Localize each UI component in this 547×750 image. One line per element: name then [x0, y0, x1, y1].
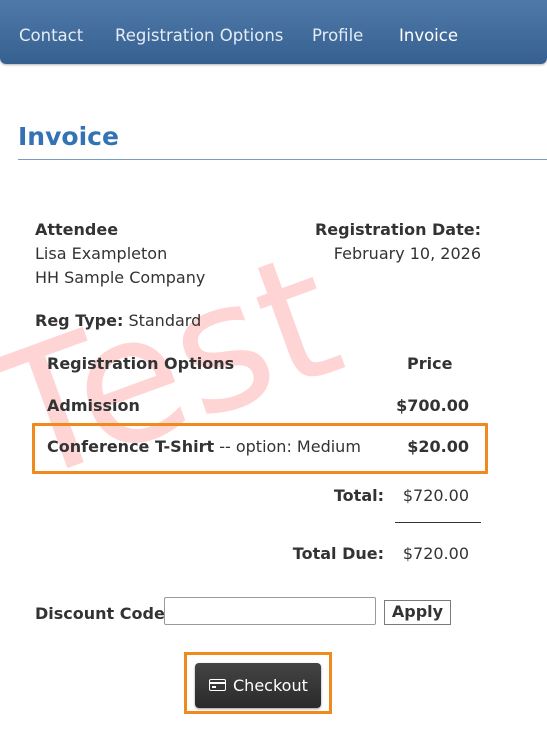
title-divider: [18, 159, 547, 160]
top-nav: Contact Registration Options Profile Inv…: [0, 0, 547, 64]
apply-button[interactable]: Apply: [384, 600, 451, 625]
registration-date-value: February 10, 2026: [333, 244, 481, 263]
option-row-price: $20.00: [407, 437, 469, 456]
total-value: $720.00: [402, 486, 469, 505]
option-row-name: Conference T-Shirt: [47, 437, 215, 456]
checkout-button[interactable]: Checkout: [195, 663, 321, 708]
total-divider: [395, 522, 481, 523]
checkout-label: Checkout: [233, 676, 308, 695]
nav-contact[interactable]: Contact: [19, 0, 83, 64]
registration-date-heading: Registration Date:: [314, 220, 481, 239]
reg-type-label: Reg Type:: [35, 311, 124, 330]
nav-invoice[interactable]: Invoice: [399, 0, 458, 64]
discount-code-label: Discount Code:: [35, 604, 172, 623]
total-due-value: $720.00: [402, 544, 469, 563]
page-title: Invoice: [18, 122, 119, 151]
credit-card-icon: [209, 679, 226, 691]
discount-code-input[interactable]: [164, 597, 376, 625]
attendee-name: Lisa Exampleton: [35, 244, 168, 263]
option-row-detail: -- option: Medium: [219, 437, 361, 456]
option-row-tshirt: Conference T-Shirt -- option: Medium: [47, 437, 361, 456]
attendee-heading: Attendee: [35, 220, 119, 239]
total-label: Total:: [333, 486, 384, 505]
option-row-price: $700.00: [396, 396, 469, 415]
nav-profile[interactable]: Profile: [312, 0, 363, 64]
attendee-company: HH Sample Company: [35, 268, 206, 287]
option-row-name: Admission: [47, 396, 140, 415]
reg-type-value: Standard: [128, 311, 202, 330]
nav-registration-options[interactable]: Registration Options: [115, 0, 283, 64]
options-header-item: Registration Options: [47, 354, 235, 373]
total-due-label: Total Due:: [292, 544, 384, 563]
options-header-price: Price: [407, 354, 453, 373]
reg-type: Reg Type: Standard: [35, 311, 201, 330]
